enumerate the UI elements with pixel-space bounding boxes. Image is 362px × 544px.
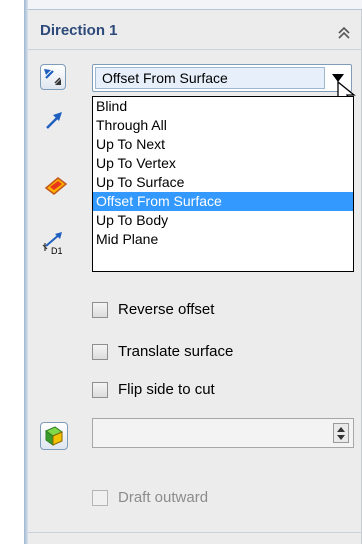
dropdown-option[interactable]: Up To Surface <box>93 173 353 192</box>
end-condition-dropdown-list[interactable]: Blind Through All Up To Next Up To Vertex Up… <box>92 96 354 272</box>
dropdown-option[interactable]: Up To Next <box>93 135 353 154</box>
draft-angle-input[interactable] <box>92 418 354 448</box>
panel-top-border <box>28 0 362 10</box>
translate-surface-label: Translate surface <box>118 343 234 360</box>
draft-icon <box>44 426 64 446</box>
draft-toggle-button[interactable] <box>40 422 68 450</box>
reverse-offset-checkbox[interactable] <box>92 302 108 318</box>
dropdown-option[interactable]: Mid Plane <box>93 230 353 249</box>
end-condition-value: Offset From Surface <box>102 70 228 86</box>
left-margin <box>0 0 24 544</box>
dropdown-option[interactable]: Up To Body <box>93 211 353 230</box>
end-condition-field[interactable]: Offset From Surface <box>95 67 325 89</box>
dropdown-option[interactable]: Up To Vertex <box>93 154 353 173</box>
reverse-offset-label: Reverse offset <box>118 301 215 318</box>
draft-angle-spinner[interactable] <box>333 423 349 443</box>
dropdown-option[interactable]: Through All <box>93 116 353 135</box>
flip-side-checkbox[interactable] <box>92 382 108 398</box>
direction-group-header[interactable]: Direction 1 <box>28 14 362 50</box>
direction-arrow-icon <box>46 112 62 129</box>
dropdown-option[interactable]: Offset From Surface <box>93 192 353 211</box>
spinner-arrows-icon <box>337 427 345 440</box>
reverse-direction-button[interactable] <box>40 64 66 90</box>
panel-bottom-divider <box>28 532 362 533</box>
reverse-direction-icon <box>44 69 61 85</box>
draft-outward-checkbox[interactable] <box>92 490 108 506</box>
collapse-chevron-icon[interactable] <box>336 26 352 40</box>
flip-side-label: Flip side to cut <box>118 381 215 398</box>
translate-surface-checkbox[interactable] <box>92 344 108 360</box>
face-selection-icon <box>44 177 68 195</box>
depth-icon: D1 <box>42 232 63 256</box>
group-title: Direction 1 <box>40 22 118 39</box>
dropdown-option[interactable]: Blind <box>93 97 353 116</box>
end-condition-select[interactable]: Offset From Surface <box>92 64 352 92</box>
draft-outward-label: Draft outward <box>118 489 209 506</box>
depth-icon-label: D1 <box>51 246 63 256</box>
